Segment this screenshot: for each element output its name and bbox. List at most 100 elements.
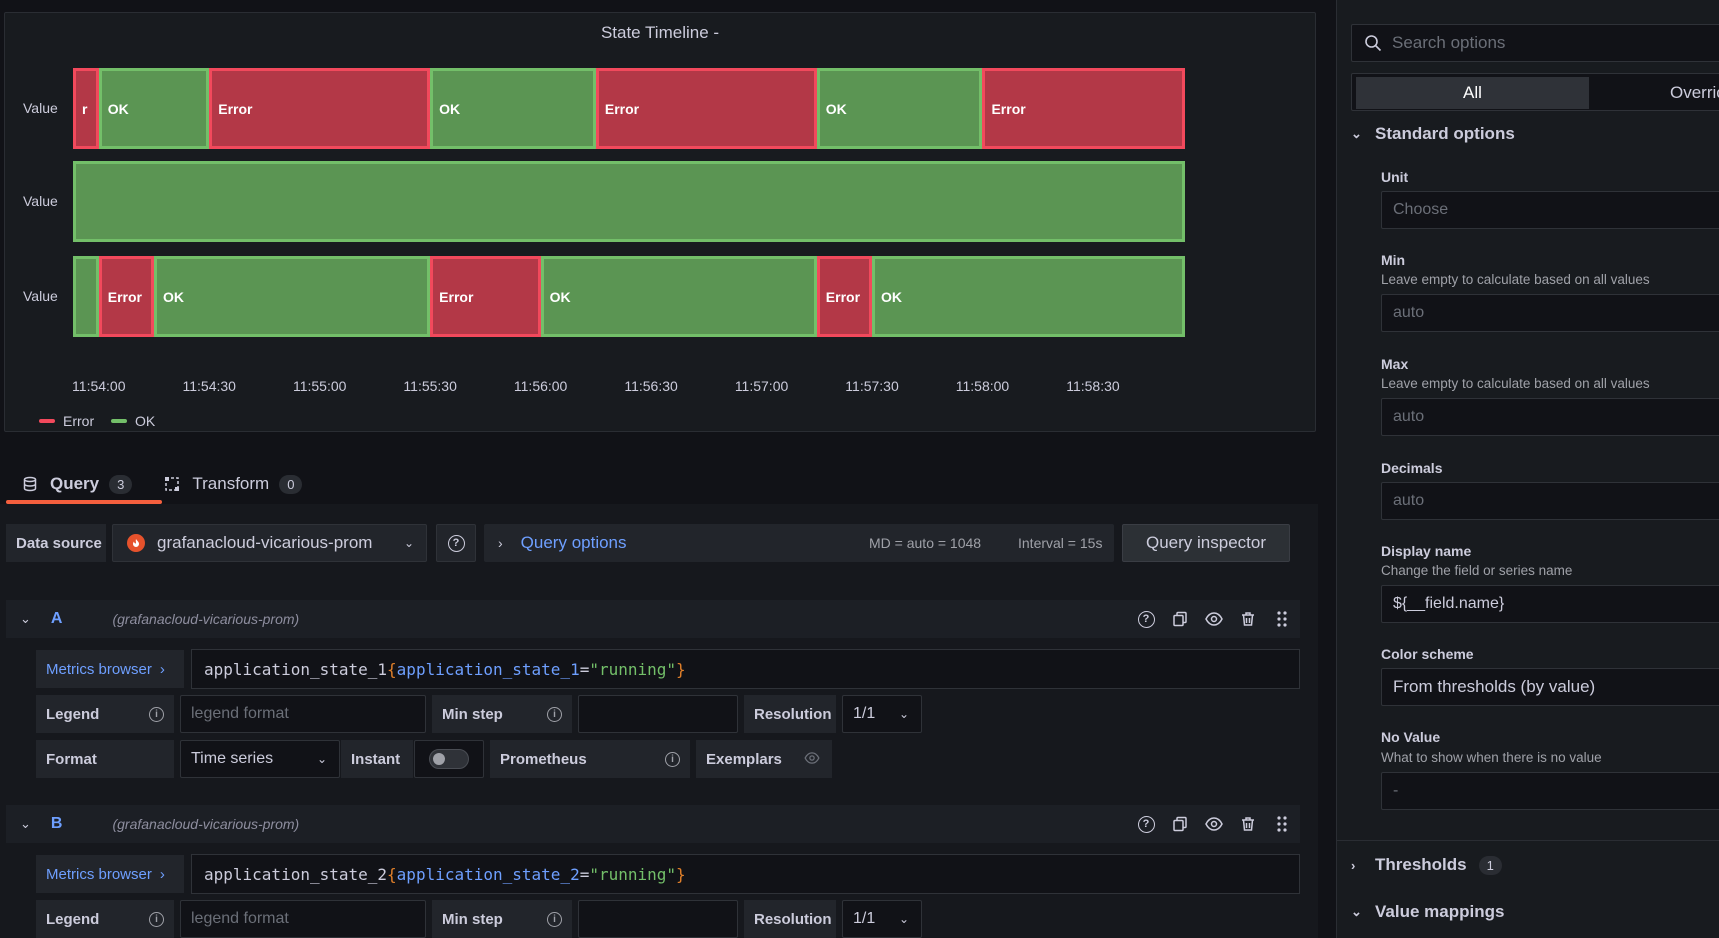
timeline-segment-ok[interactable]: OK <box>872 256 1185 337</box>
resolution-value: 1/1 <box>853 705 876 722</box>
min-input[interactable]: auto <box>1381 294 1719 332</box>
prometheus-label-text: Prometheus <box>500 750 587 768</box>
color-scheme-select[interactable]: From thresholds (by value) <box>1381 668 1719 706</box>
info-icon: i <box>547 706 562 722</box>
query-expression-input[interactable]: application_state_1{application_state_1 =… <box>191 649 1300 689</box>
decimals-input[interactable]: auto <box>1381 482 1719 520</box>
timeline-segment-ok[interactable]: OK <box>430 68 596 149</box>
legend-format-input[interactable]: legend format <box>180 695 426 733</box>
tab-all[interactable]: All <box>1356 77 1589 109</box>
collapse-chevron-icon[interactable]: ⌄ <box>20 816 31 832</box>
chevron-right-icon: › <box>498 535 503 551</box>
expr-label-key: application_state_2 <box>396 864 580 884</box>
format-select[interactable]: Time series ⌄ <box>180 740 340 778</box>
tab-transform[interactable]: Transform 0 <box>148 465 318 503</box>
metrics-browser-button[interactable]: Metrics browser › <box>36 650 184 688</box>
datasource-help-button[interactable]: ? <box>436 524 476 562</box>
query-ref-id[interactable]: A <box>51 610 63 628</box>
section-title: Thresholds <box>1375 855 1467 874</box>
duplicate-icon[interactable] <box>1170 609 1190 629</box>
section-divider <box>1337 840 1719 841</box>
duplicate-icon[interactable] <box>1170 814 1190 834</box>
tab-label: Transform <box>192 474 270 493</box>
trash-icon[interactable] <box>1238 814 1258 834</box>
help-icon[interactable]: ? <box>1136 609 1156 629</box>
timeline-segment-error[interactable]: Error <box>595 68 817 149</box>
legend-label-text: Legend <box>46 705 100 723</box>
expr-brace: } <box>676 659 686 679</box>
timeline-segment-ok[interactable]: OK <box>816 68 983 149</box>
timeline-segment-ok[interactable]: OK <box>540 256 817 337</box>
display-name-input[interactable]: ${__field.name} <box>1381 585 1719 623</box>
timeline-segment-error[interactable]: Error <box>209 68 431 149</box>
database-icon <box>23 476 37 492</box>
query-expression-input[interactable]: application_state_2{application_state_2 =… <box>191 854 1300 894</box>
display-name-label: Display name <box>1381 543 1472 559</box>
legend-label: OK <box>135 413 156 429</box>
min-label: Min <box>1381 252 1406 268</box>
x-tick-label: 11:58:00 <box>955 378 1010 394</box>
timeline-segment-ok[interactable] <box>73 256 99 337</box>
eye-icon[interactable] <box>1204 814 1224 834</box>
help-icon[interactable]: ? <box>1136 814 1156 834</box>
eye-icon[interactable] <box>1204 609 1224 629</box>
drag-handle-icon[interactable] <box>1272 609 1292 629</box>
query-row-a-header[interactable]: ⌄ A (grafanacloud-vicarious-prom) ? <box>6 600 1300 638</box>
timeline-segment-error[interactable]: Error <box>816 256 872 337</box>
query-datasource: (grafanacloud-vicarious-prom) <box>112 816 300 832</box>
format-label: Format <box>36 740 174 778</box>
editor-tabs: Query 3 Transform 0 <box>6 465 318 503</box>
datasource-picker[interactable]: grafanacloud-vicarious-prom ⌄ <box>112 524 427 562</box>
max-label: Max <box>1381 356 1409 372</box>
tab-query[interactable]: Query 3 <box>6 465 148 503</box>
chevron-down-icon: ⌄ <box>316 752 327 766</box>
min-step-label-text: Min step <box>442 910 503 928</box>
tab-overrides[interactable]: Overric <box>1670 77 1719 109</box>
search-icon <box>1365 35 1382 52</box>
timeline-segment-ok[interactable]: OK <box>154 256 431 337</box>
chevron-down-icon: ⌄ <box>898 912 909 926</box>
search-options-input[interactable]: Search options <box>1351 24 1719 62</box>
resolution-select[interactable]: 1/1 ⌄ <box>842 900 922 938</box>
timeline-segment-error[interactable]: Error <box>98 256 154 337</box>
no-value-input[interactable]: - <box>1381 772 1719 810</box>
timeline-segment-ok[interactable]: OK <box>98 68 210 149</box>
value-mappings-section[interactable]: ⌄ Value mappings <box>1351 902 1504 922</box>
resolution-select[interactable]: 1/1 ⌄ <box>842 695 922 733</box>
query-ref-id[interactable]: B <box>51 815 63 833</box>
x-tick-label: 11:54:00 <box>72 378 126 394</box>
format-value: Time series <box>191 750 274 767</box>
chevron-down-icon: ⌄ <box>1351 904 1362 919</box>
min-step-input[interactable] <box>578 900 738 938</box>
metrics-browser-button[interactable]: Metrics browser › <box>36 855 184 893</box>
timeline-segment-ok[interactable] <box>73 161 1185 242</box>
timeline-segment-error[interactable]: Error <box>982 68 1185 149</box>
eye-icon <box>804 751 820 768</box>
datasource-name: grafanacloud-vicarious-prom <box>157 533 373 552</box>
tab-label: Query <box>50 474 100 493</box>
trash-icon[interactable] <box>1238 609 1258 629</box>
legend-label: Error <box>63 413 95 429</box>
expr-label-key: application_state_1 <box>396 659 580 679</box>
standard-options-section[interactable]: ⌄ Standard options <box>1351 124 1515 144</box>
query-row-b-header[interactable]: ⌄ B (grafanacloud-vicarious-prom) ? <box>6 805 1300 843</box>
query-options-bar[interactable]: › Query options MD = auto = 1048 Interva… <box>484 524 1114 562</box>
min-step-label-text: Min step <box>442 705 503 723</box>
collapse-chevron-icon[interactable]: ⌄ <box>20 611 31 627</box>
legend-format-input[interactable]: legend format <box>180 900 426 938</box>
timeline-segment-error[interactable]: r <box>73 68 99 149</box>
thresholds-section[interactable]: › Thresholds 1 <box>1351 855 1502 875</box>
metrics-browser-label: Metrics browser <box>46 660 152 678</box>
exemplars-toggle[interactable]: Exemplars <box>696 740 832 778</box>
legend-item-error[interactable]: Error <box>39 413 94 429</box>
legend-swatch-ok <box>111 419 127 423</box>
query-inspector-button[interactable]: Query inspector <box>1122 524 1290 562</box>
drag-handle-icon[interactable] <box>1272 814 1292 834</box>
tab-count: 0 <box>279 474 303 494</box>
timeline-segment-error[interactable]: Error <box>430 256 541 337</box>
max-input[interactable]: auto <box>1381 398 1719 436</box>
instant-toggle[interactable] <box>429 749 469 769</box>
min-step-input[interactable] <box>578 695 738 733</box>
unit-picker[interactable]: Choose <box>1381 191 1719 229</box>
legend-item-ok[interactable]: OK <box>111 413 155 429</box>
